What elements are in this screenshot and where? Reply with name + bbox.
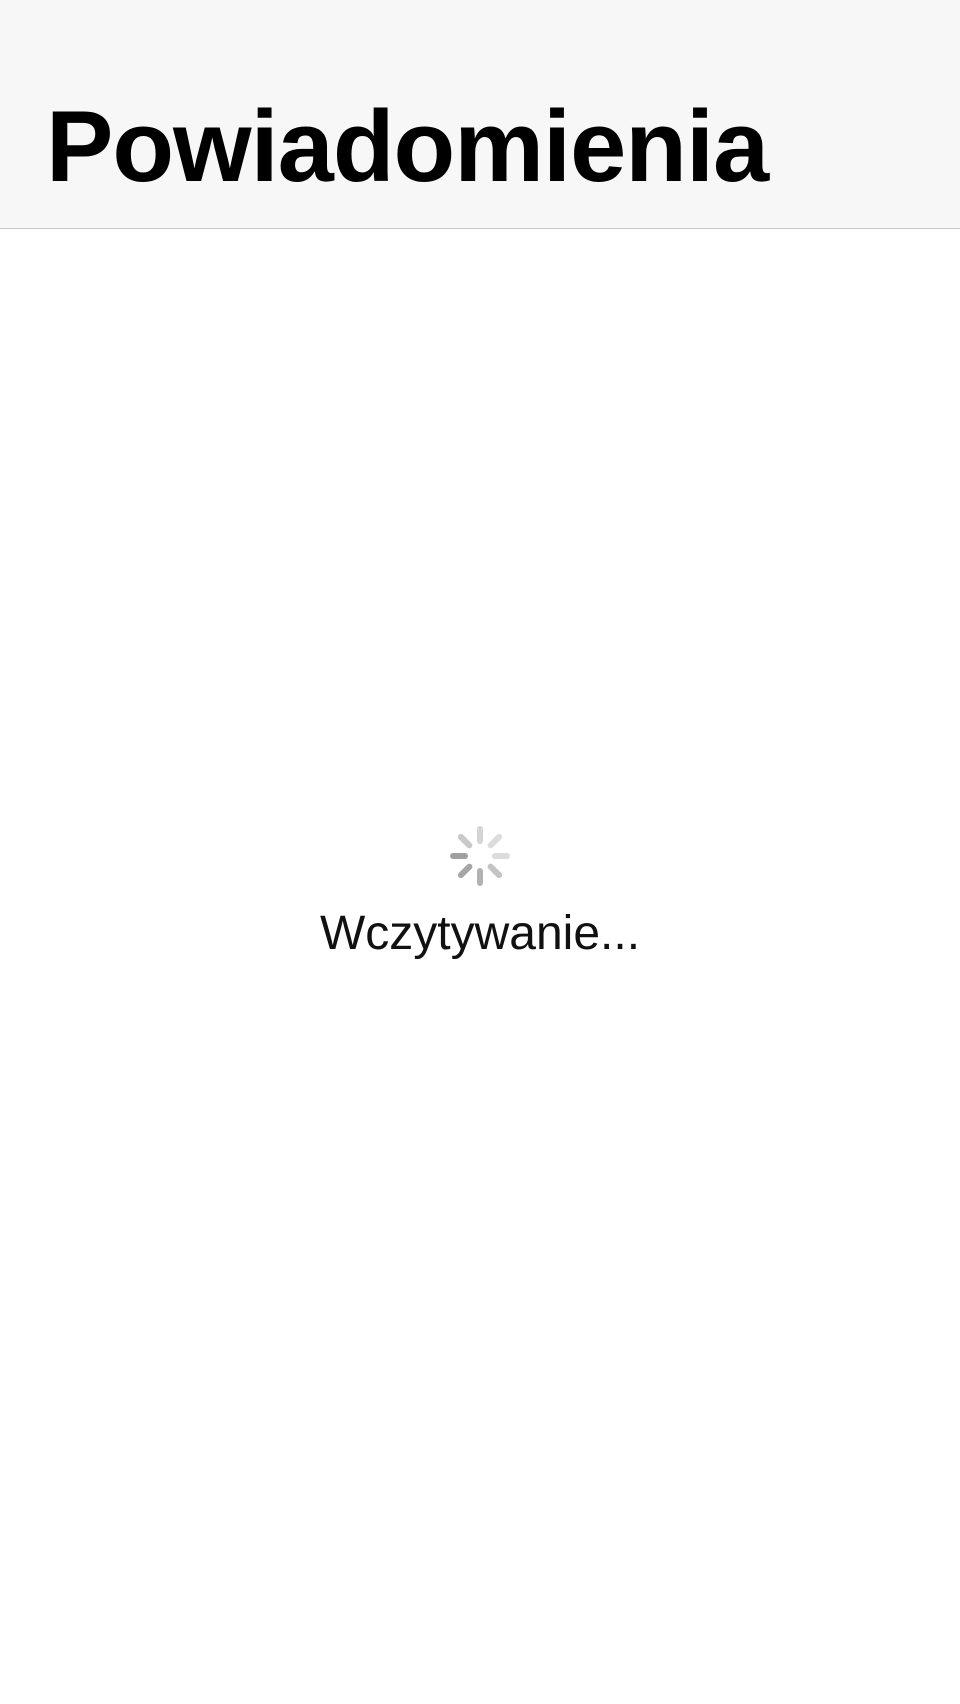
notifications-screen: Powiadomienia Wczytywanie... — [0, 0, 960, 1704]
page-title: Powiadomienia — [46, 91, 769, 203]
navigation-header: Powiadomienia — [0, 0, 960, 229]
loading-indicator: Wczytywanie... — [0, 824, 960, 1024]
notifications-content: Wczytywanie... — [0, 229, 960, 1704]
activity-indicator-icon — [450, 826, 510, 886]
loading-label: Wczytywanie... — [319, 907, 641, 960]
